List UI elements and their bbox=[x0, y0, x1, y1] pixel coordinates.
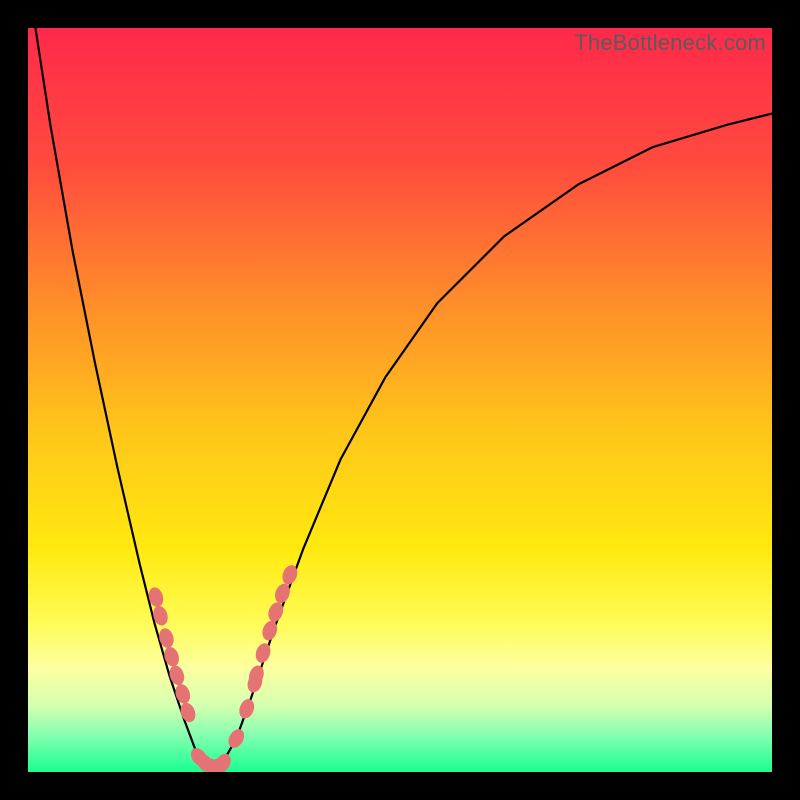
outer-frame: TheBottleneck.com bbox=[0, 0, 800, 800]
chart-svg bbox=[28, 28, 772, 772]
gradient-bg bbox=[28, 28, 772, 772]
plot-area: TheBottleneck.com bbox=[28, 28, 772, 772]
watermark-label: TheBottleneck.com bbox=[574, 30, 766, 56]
